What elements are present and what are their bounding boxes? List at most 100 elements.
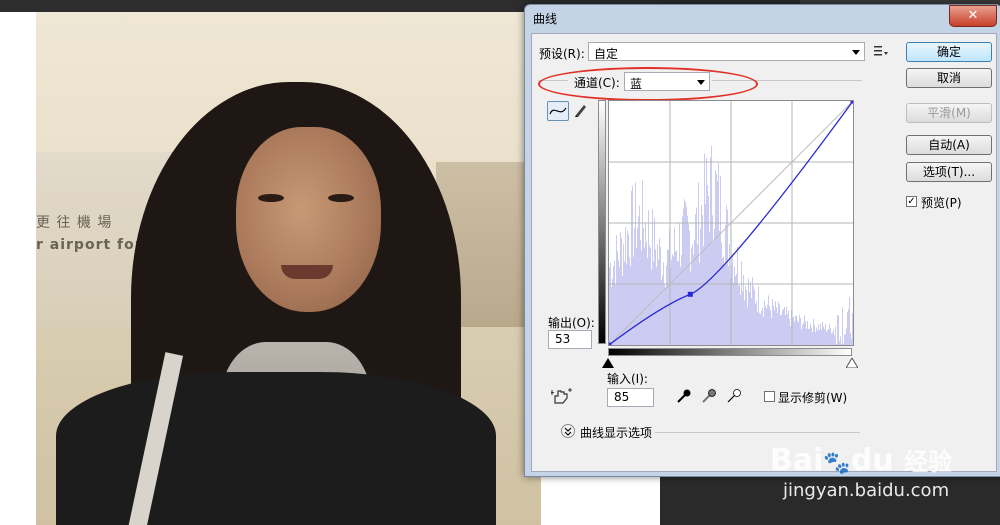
histogram-bar <box>753 286 754 345</box>
preset-label: 预设(R): <box>539 47 585 61</box>
ok-button[interactable]: 确定 <box>906 42 992 62</box>
histogram-bar <box>717 180 718 345</box>
gray-eyedropper-icon[interactable] <box>701 388 717 404</box>
histogram-bar <box>842 307 843 345</box>
histogram-bar <box>793 316 794 345</box>
close-button[interactable]: ✕ <box>949 5 997 27</box>
histogram-bar <box>788 310 789 345</box>
preview-checkbox[interactable]: ✓ <box>906 196 917 207</box>
auto-button[interactable]: 自动(A) <box>906 135 992 155</box>
histogram-bar <box>708 195 709 345</box>
preset-select[interactable]: 自定 <box>588 42 865 61</box>
pencil-icon[interactable] <box>573 102 589 118</box>
histogram-bar <box>772 298 773 345</box>
histogram-bar <box>776 307 777 345</box>
histogram-bar <box>613 266 614 345</box>
histogram-bar <box>766 308 767 345</box>
canvas-background <box>0 0 36 525</box>
histogram-bar <box>665 287 666 345</box>
histogram-bar <box>627 230 628 345</box>
histogram-bar <box>760 313 761 345</box>
histogram-bar <box>612 278 613 345</box>
histogram-bar <box>685 202 686 345</box>
histogram-bar <box>740 294 741 345</box>
watermark-brand: Bai <box>770 443 824 478</box>
histogram-bar <box>770 309 771 345</box>
histogram-bar <box>827 329 828 345</box>
curve-edit-tool[interactable] <box>547 101 569 121</box>
histogram-bar <box>635 182 636 345</box>
histogram-bar <box>851 338 852 345</box>
histogram-bar <box>845 333 846 345</box>
histogram-bar <box>787 314 788 345</box>
histogram-bar <box>738 285 739 345</box>
histogram-bar <box>839 340 840 345</box>
histogram-bar <box>810 324 811 345</box>
histogram-bar <box>848 308 849 345</box>
expand-options-icon[interactable] <box>561 424 575 438</box>
histogram-bar <box>707 185 708 345</box>
histogram-bar <box>653 261 654 345</box>
histogram-bar <box>711 145 712 345</box>
histogram-bar <box>624 261 625 345</box>
watermark-brand-cn: 经验 <box>904 448 953 476</box>
histogram-bar <box>705 204 706 345</box>
histogram-bar <box>663 262 664 345</box>
histogram-bar <box>636 248 637 345</box>
white-eyedropper-icon[interactable] <box>726 388 742 404</box>
black-eyedropper-icon[interactable] <box>676 388 692 404</box>
on-image-adjust-icon[interactable] <box>551 388 573 408</box>
show-clipping-checkbox[interactable] <box>764 391 775 402</box>
histogram-bar <box>733 283 734 345</box>
input-gradient-bar <box>608 348 852 356</box>
input-field[interactable]: 85 <box>607 388 654 407</box>
histogram-bar <box>829 323 830 345</box>
histogram-bar <box>758 286 759 345</box>
histogram-bar <box>837 315 838 345</box>
histogram-bar <box>786 306 787 345</box>
histogram-bar <box>739 284 740 345</box>
histogram-bar <box>833 329 834 345</box>
preset-options-icon[interactable] <box>874 45 888 57</box>
histogram-bar <box>629 257 630 345</box>
histogram-bar <box>745 285 746 345</box>
input-label: 输入(I): <box>607 372 648 386</box>
histogram-bar <box>681 255 682 345</box>
options-button[interactable]: 选项(T)... <box>906 162 992 182</box>
histogram-bar <box>628 234 629 345</box>
histogram-bar <box>637 227 638 345</box>
histogram-bar <box>667 248 668 345</box>
dialog-titlebar[interactable]: 曲线 ✕ <box>525 5 1000 31</box>
curve-display-options-label[interactable]: 曲线显示选项 <box>580 424 652 441</box>
person-mouth <box>281 265 333 279</box>
curve-graph[interactable] <box>606 98 856 348</box>
histogram-bar <box>778 301 779 345</box>
histogram-bar <box>609 267 610 345</box>
white-point-slider-icon[interactable] <box>846 358 858 368</box>
histogram-bar <box>664 284 665 345</box>
histogram-bar <box>618 260 619 345</box>
cancel-button[interactable]: 取消 <box>906 68 992 88</box>
histogram-bar <box>801 329 802 345</box>
histogram-bar <box>675 251 676 345</box>
histogram-bar <box>703 246 704 345</box>
histogram-bar <box>808 328 809 345</box>
histogram-bar <box>752 277 753 345</box>
histogram-bar <box>633 256 634 345</box>
person-eye-right <box>328 194 354 202</box>
histogram-bar <box>789 318 790 345</box>
black-point-slider-icon[interactable] <box>602 358 614 368</box>
output-field[interactable]: 53 <box>548 330 592 349</box>
histogram-bar <box>712 215 713 345</box>
histogram-bar <box>630 265 631 345</box>
histogram-bar <box>782 310 783 345</box>
histogram-bar <box>823 326 824 345</box>
histogram-bar <box>714 228 715 345</box>
histogram-bar <box>781 314 782 345</box>
person-eye-left <box>258 194 284 202</box>
person-face <box>236 127 381 312</box>
smooth-button[interactable]: 平滑(M) <box>906 103 992 123</box>
histogram-bar <box>718 163 719 345</box>
histogram-bar <box>826 331 827 345</box>
curve-icon <box>549 107 567 115</box>
